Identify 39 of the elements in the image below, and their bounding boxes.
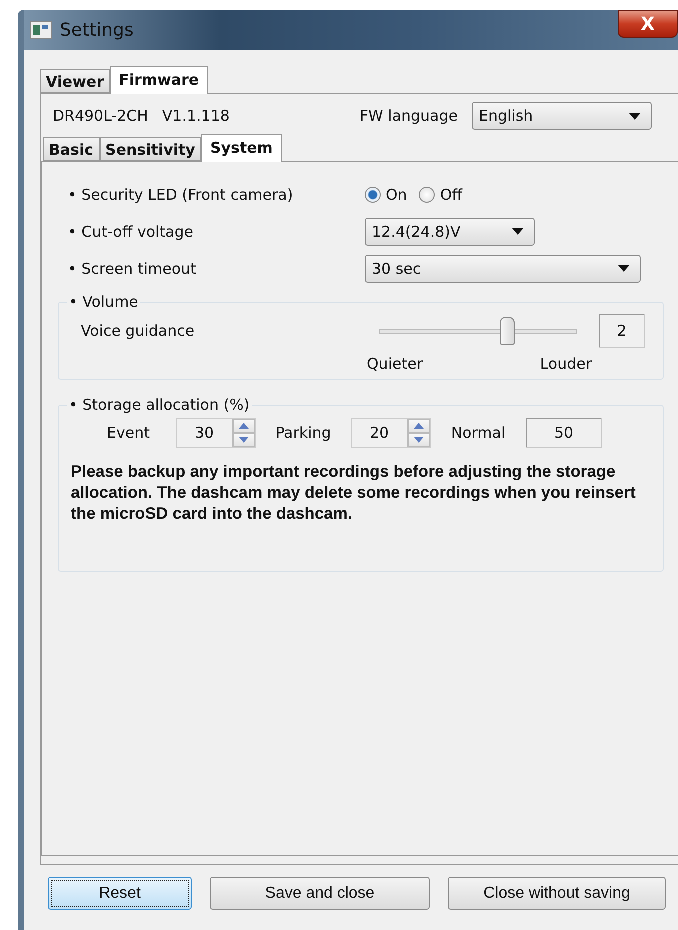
language-dropdown[interactable]: English bbox=[472, 102, 652, 130]
model-label: DR490L-2CH bbox=[53, 107, 148, 125]
language-label: FW language bbox=[360, 107, 458, 125]
number-spinner[interactable]: 20 bbox=[351, 418, 431, 448]
min-label: Quieter bbox=[367, 355, 423, 373]
tab[interactable]: Firmware bbox=[110, 66, 208, 94]
slider-label: Voice guidance bbox=[81, 322, 196, 340]
dialog-button[interactable]: Close without saving bbox=[448, 877, 666, 910]
window-title: Settings bbox=[60, 20, 135, 40]
group-title: • Storage allocation (%) bbox=[68, 396, 251, 414]
tab[interactable]: System bbox=[201, 134, 282, 162]
warning-text: Please backup any important recordings before adjusting the storage allocation. The dashcam may delete some recordings when you reinsert the microSD card into the dashcam. bbox=[71, 462, 637, 525]
tab[interactable]: Viewer bbox=[40, 69, 110, 93]
caret-icon bbox=[512, 228, 524, 235]
version-label: V1.1.118 bbox=[162, 107, 230, 125]
timeout-dropdown[interactable]: 30 sec bbox=[365, 254, 641, 282]
voltage-dropdown[interactable]: 12.4(24.8)V bbox=[365, 218, 535, 246]
field-label: Normal bbox=[450, 424, 507, 442]
tab[interactable]: Sensitivity bbox=[100, 137, 202, 161]
readonly-field: 50 bbox=[526, 418, 602, 448]
caret-icon bbox=[618, 265, 630, 272]
slider-thumb[interactable] bbox=[500, 316, 516, 344]
radio-button[interactable]: On bbox=[365, 186, 408, 204]
setting-label: • Cut-off voltage bbox=[67, 222, 194, 240]
volume-value: 2 bbox=[599, 314, 645, 348]
setting-label: • Security LED (Front camera) bbox=[67, 186, 294, 204]
field-label: Parking bbox=[274, 424, 332, 442]
number-spinner[interactable]: 30 bbox=[176, 418, 256, 448]
caret-icon bbox=[629, 112, 641, 120]
group-title: • Volume bbox=[68, 293, 140, 311]
field-label: Event bbox=[106, 424, 151, 442]
window-icon bbox=[30, 21, 52, 39]
setting-label: • Screen timeout bbox=[67, 260, 198, 278]
close-button[interactable]: X bbox=[618, 10, 678, 38]
tab[interactable]: Basic bbox=[43, 137, 100, 161]
dialog-button[interactable]: Save and close bbox=[210, 877, 430, 910]
max-label: Louder bbox=[540, 355, 592, 373]
radio-button[interactable]: Off bbox=[419, 186, 462, 204]
dialog-button[interactable]: Reset bbox=[48, 877, 192, 910]
